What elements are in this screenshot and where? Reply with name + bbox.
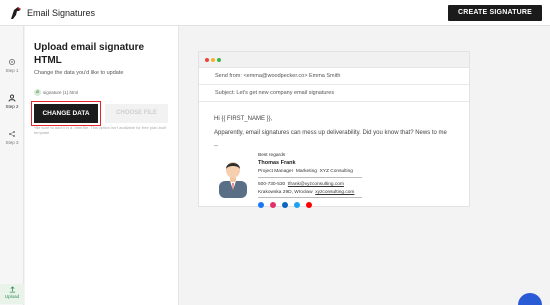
from-row: Send from: <emma@woodpecker.co> Emma Smi… <box>199 68 469 85</box>
sig-address: Krakowska 29D, Wrocław <box>258 190 313 195</box>
chat-bubble-button[interactable] <box>518 293 542 305</box>
create-signature-button[interactable]: CREATE SIGNATURE <box>448 5 542 21</box>
sig-role: Project Manager <box>258 169 294 174</box>
upload-icon <box>9 286 15 293</box>
choose-file-button[interactable]: CHOOSE FILE <box>105 104 168 123</box>
sig-company: XYZ Consulting <box>319 169 353 174</box>
sig-address-row: Krakowska 29D, Wrocław xyzconsulting.com <box>258 190 354 195</box>
subject-label: Subject: <box>215 90 235 96</box>
subject-value: Let's get new company email signatures <box>236 90 335 96</box>
panel-note: *Be sure to add it in a .html file. This… <box>34 125 167 135</box>
from-value: <emma@woodpecker.co> Emma Smith <box>243 73 341 79</box>
youtube-icon[interactable] <box>306 202 312 208</box>
subject-row: Subject: Let's get new company email sig… <box>199 85 469 102</box>
gear-icon <box>8 58 16 66</box>
uploaded-file: ⌀ signature (1).html <box>34 88 78 97</box>
steps-rail: Step 1 Step 2 Step 3 Upload <box>0 26 24 305</box>
person-icon <box>8 94 16 102</box>
maximize-dot <box>217 58 221 62</box>
step-2-label: Step 2 <box>5 104 19 109</box>
app-title: Email Signatures <box>27 8 96 18</box>
twitter-icon[interactable] <box>294 202 300 208</box>
minimize-dot <box>211 58 215 62</box>
sig-regards: Best regards <box>258 153 286 158</box>
step-3-label: Step 3 <box>5 140 19 145</box>
avatar <box>219 162 247 198</box>
linkedin-icon[interactable] <box>282 202 288 208</box>
upload-label: Upload <box>4 294 20 299</box>
file-name: signature (1).html <box>43 90 79 95</box>
step-1[interactable]: Step 1 <box>0 58 24 73</box>
sig-phone: 500-730-530 <box>258 182 286 187</box>
panel-title: Upload email signature HTML <box>34 42 145 66</box>
instagram-icon[interactable] <box>270 202 276 208</box>
email-greeting: Hi {{ FIRST_NAME }}, <box>214 116 273 122</box>
email-body: Apparently, email signatures can mess up… <box>214 130 447 136</box>
woodpecker-logo <box>11 7 21 19</box>
step-1-label: Step 1 <box>5 68 19 73</box>
panel-subtitle: Change the data you'd like to update <box>34 70 124 76</box>
step-3[interactable]: Step 3 <box>0 130 24 145</box>
change-data-button[interactable]: CHANGE DATA <box>34 104 98 123</box>
paperclip-icon: ⌀ <box>34 89 41 97</box>
signature-separator: -- <box>214 143 218 149</box>
sig-website[interactable]: xyzconsulting.com <box>315 190 354 195</box>
top-bar: Email Signatures CREATE SIGNATURE <box>0 0 550 26</box>
share-icon <box>9 131 15 137</box>
step-2[interactable]: Step 2 <box>0 94 24 109</box>
sig-contact: 500-730-530 tfrank@xyzconsulting.com <box>258 182 344 187</box>
sig-email[interactable]: tfrank@xyzconsulting.com <box>288 182 344 187</box>
sig-dept: Marketing <box>295 169 317 174</box>
close-dot <box>205 58 209 62</box>
upload-panel: Upload email signature HTML Change the d… <box>25 26 179 305</box>
from-label: Send from: <box>215 73 242 79</box>
facebook-icon[interactable] <box>258 202 264 208</box>
sig-divider <box>258 177 362 178</box>
sig-title: Project Manager Marketing XYZ Consulting <box>258 169 353 174</box>
sig-divider-2 <box>258 197 362 198</box>
sig-name: Thomas Frank <box>258 160 296 166</box>
upload-tab[interactable]: Upload <box>0 284 24 304</box>
window-bar <box>199 52 469 68</box>
